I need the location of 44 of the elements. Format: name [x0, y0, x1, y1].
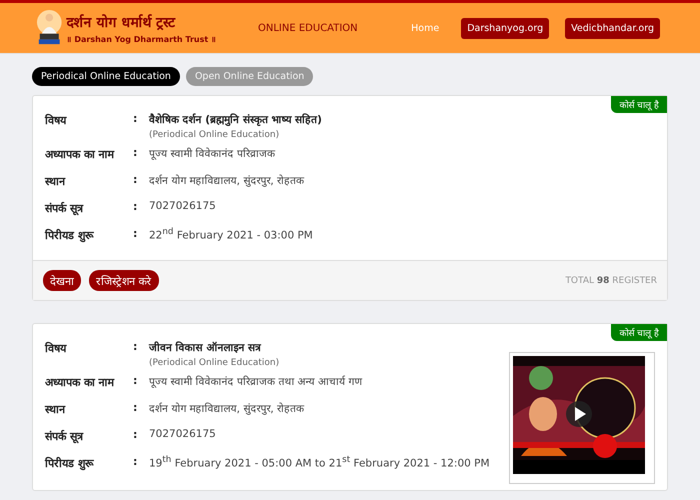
- field-label: विषय: [45, 112, 68, 129]
- action-button[interactable]: रजिस्ट्रेशन करे: [89, 270, 158, 291]
- field-value: वैशेषिक दर्शन (ब्रह्ममुनि संस्कृत भाष्य सहित): [149, 112, 323, 126]
- field-value: जीवन विकास ऑनलाइन सत्र: [149, 340, 262, 354]
- colon: :: [133, 173, 138, 188]
- field-label: पिरीयड शुरू: [45, 456, 95, 472]
- field-note: (Periodical Online Education): [149, 130, 280, 140]
- colon: :: [133, 112, 138, 127]
- colon: :: [133, 428, 138, 443]
- field-label: संपर्क सूत्र: [45, 200, 84, 218]
- colon: :: [133, 227, 138, 242]
- video-thumbnail[interactable]: [509, 352, 655, 484]
- field-value: पूज्य स्वामी विवेकानंद परिव्राजक: [149, 146, 276, 160]
- colon: :: [133, 401, 138, 416]
- status-badge: कोर्स चालू है: [611, 324, 667, 341]
- field-value: पूज्य स्वामी विवेकानंद परिव्राजक तथा अन्य आचार्य गण: [149, 374, 364, 388]
- status-badge: कोर्स चालू है: [611, 96, 667, 113]
- field-value: दर्शन योग महाविद्यालय, सुंदरपुर, रोहतक: [149, 174, 306, 187]
- logo-subtitle: ॥ Darshan Yog Dharmarth Trust ॥: [66, 34, 216, 44]
- field-value: दर्शन योग महाविद्यालय, सुंदरपुर, रोहतक: [149, 402, 306, 415]
- logo-title: दर्शन योग धर्मार्थ ट्रस्ट: [66, 13, 176, 31]
- colon: :: [133, 340, 138, 355]
- field-label: अध्यापक का नाम: [45, 147, 116, 163]
- field-note: (Periodical Online Education): [149, 358, 280, 368]
- section-title: ONLINE EDUCATION: [258, 22, 359, 34]
- nav-button[interactable]: Vedicbhandar.org: [565, 18, 660, 38]
- field-value: 7027026175: [149, 200, 217, 212]
- colon: :: [133, 200, 138, 215]
- field-value: 22$^{nd}$ February 2021 - 03:00 PM: [149, 227, 314, 242]
- colon: :: [133, 146, 138, 161]
- field-label: पिरीयड शुरू: [45, 228, 95, 244]
- nav-button[interactable]: Darshanyog.org: [461, 18, 550, 38]
- tab[interactable]: Periodical Online Education: [32, 67, 180, 86]
- colon: :: [133, 374, 138, 389]
- action-button[interactable]: देखना: [43, 270, 81, 291]
- field-label: विषय: [45, 340, 68, 357]
- total-register: TOTAL 98 REGISTER: [565, 276, 657, 286]
- field-label: स्थान: [45, 174, 66, 190]
- field-label: स्थान: [45, 402, 66, 418]
- field-label: अध्यापक का नाम: [45, 375, 116, 391]
- field-label: संपर्क सूत्र: [45, 428, 84, 446]
- field-value: 7027026175: [149, 428, 217, 440]
- colon: :: [133, 455, 138, 470]
- field-value: 19$^{th}$ February 2021 - 05:00 AM to 21$^{st}$ February 2021 - 12:00 PM: [149, 455, 491, 470]
